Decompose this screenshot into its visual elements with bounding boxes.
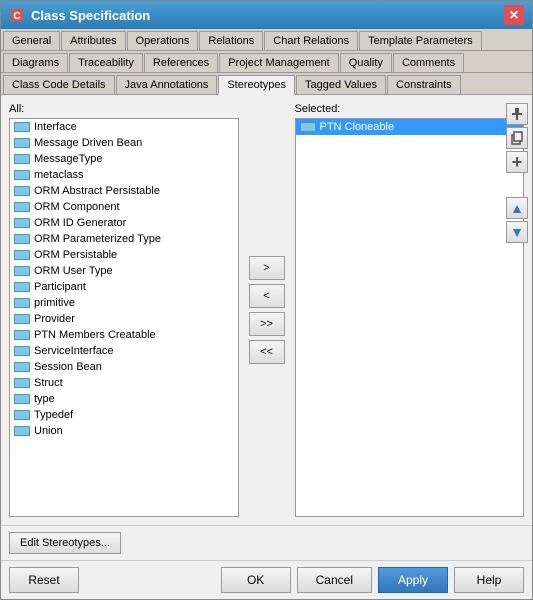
list-item[interactable]: Typedef bbox=[10, 407, 238, 423]
help-button[interactable]: Help bbox=[454, 567, 524, 593]
stereotype-icon bbox=[300, 122, 316, 132]
selected-list[interactable]: PTN Cloneable bbox=[295, 118, 525, 517]
tab-project-management[interactable]: Project Management bbox=[219, 53, 339, 72]
list-item[interactable]: Session Bean bbox=[10, 359, 238, 375]
cancel-button[interactable]: Cancel bbox=[297, 567, 372, 593]
toolbar-icon-2[interactable] bbox=[506, 127, 528, 149]
stereotype-icon bbox=[14, 394, 30, 404]
tab-chart-relations[interactable]: Chart Relations bbox=[264, 31, 358, 50]
list-item[interactable]: ORM Parameterized Type bbox=[10, 231, 238, 247]
main-window: C Class Specification ✕ General Attribut… bbox=[0, 0, 533, 600]
list-item[interactable]: primitive bbox=[10, 295, 238, 311]
stereotype-icon bbox=[14, 250, 30, 260]
list-item[interactable]: MessageType bbox=[10, 151, 238, 167]
tab-attributes[interactable]: Attributes bbox=[61, 31, 125, 50]
list-item[interactable]: PTN Members Creatable bbox=[10, 327, 238, 343]
list-item[interactable]: Provider bbox=[10, 311, 238, 327]
move-right-button[interactable]: > bbox=[249, 256, 285, 280]
stereotype-icon bbox=[14, 122, 30, 132]
list-item[interactable]: type bbox=[10, 391, 238, 407]
tab-stereotypes[interactable]: Stereotypes bbox=[218, 75, 295, 95]
ok-button[interactable]: OK bbox=[221, 567, 291, 593]
copy-icon bbox=[510, 131, 524, 145]
selected-list-wrapper: PTN Cloneable bbox=[295, 118, 525, 517]
tab-diagrams[interactable]: Diagrams bbox=[3, 53, 68, 72]
selected-panel: Selected: PTN Cloneable bbox=[295, 103, 525, 517]
tabs-row-1: General Attributes Operations Relations … bbox=[1, 29, 532, 51]
list-item[interactable]: ORM ID Generator bbox=[10, 215, 238, 231]
tab-comments[interactable]: Comments bbox=[393, 53, 464, 72]
svg-text:C: C bbox=[13, 11, 20, 22]
list-item[interactable]: ORM User Type bbox=[10, 263, 238, 279]
add-button[interactable]: + bbox=[506, 151, 528, 173]
footer: Reset OK Cancel Apply Help bbox=[1, 560, 532, 599]
list-item[interactable]: Struct bbox=[10, 375, 238, 391]
pin-icon bbox=[510, 107, 524, 121]
window-icon: C bbox=[9, 7, 25, 23]
nav-down-button[interactable]: ▼ bbox=[506, 221, 528, 243]
stereotype-icon bbox=[14, 426, 30, 436]
stereotype-icon bbox=[14, 314, 30, 324]
tab-general[interactable]: General bbox=[3, 31, 60, 50]
stereotype-icon bbox=[14, 410, 30, 420]
stereotype-icon bbox=[14, 330, 30, 340]
stereotype-icon bbox=[14, 298, 30, 308]
list-item[interactable]: Interface bbox=[10, 119, 238, 135]
move-all-left-button[interactable]: << bbox=[249, 340, 285, 364]
reset-button[interactable]: Reset bbox=[9, 567, 79, 593]
tab-java-annotations[interactable]: Java Annotations bbox=[116, 75, 218, 94]
stereotype-icon bbox=[14, 362, 30, 372]
all-label: All: bbox=[9, 103, 239, 115]
tab-relations[interactable]: Relations bbox=[199, 31, 263, 50]
list-item[interactable]: Message Driven Bean bbox=[10, 135, 238, 151]
stereotype-icon bbox=[14, 186, 30, 196]
content-area: All: Interface Message Driven Bean Messa… bbox=[1, 95, 532, 525]
stereotype-icon bbox=[14, 266, 30, 276]
tab-operations[interactable]: Operations bbox=[127, 31, 199, 50]
tab-references[interactable]: References bbox=[144, 53, 218, 72]
close-button[interactable]: ✕ bbox=[504, 5, 524, 25]
list-item[interactable]: Participant bbox=[10, 279, 238, 295]
stereotype-icon bbox=[14, 218, 30, 228]
move-all-right-button[interactable]: >> bbox=[249, 312, 285, 336]
bottom-section: Edit Stereotypes... bbox=[1, 525, 532, 560]
stereotype-icon bbox=[14, 234, 30, 244]
stereotype-icon bbox=[14, 202, 30, 212]
tab-constraints[interactable]: Constraints bbox=[387, 75, 461, 94]
nav-up-button[interactable]: ▲ bbox=[506, 197, 528, 219]
tabs-row-2: Diagrams Traceability References Project… bbox=[1, 51, 532, 73]
list-item[interactable]: metaclass bbox=[10, 167, 238, 183]
selected-label: Selected: bbox=[295, 103, 525, 115]
tab-template-parameters[interactable]: Template Parameters bbox=[359, 31, 482, 50]
transfer-buttons: > < >> << bbox=[243, 103, 291, 517]
title-bar: C Class Specification ✕ bbox=[1, 1, 532, 29]
all-list-wrapper: Interface Message Driven Bean MessageTyp… bbox=[9, 118, 239, 517]
list-item[interactable]: ServiceInterface bbox=[10, 343, 238, 359]
selected-list-item[interactable]: PTN Cloneable bbox=[296, 119, 524, 135]
tab-tagged-values[interactable]: Tagged Values bbox=[296, 75, 386, 94]
stereotype-icon bbox=[14, 138, 30, 148]
tab-traceability[interactable]: Traceability bbox=[69, 53, 143, 72]
apply-button[interactable]: Apply bbox=[378, 567, 448, 593]
stereotype-icon bbox=[14, 378, 30, 388]
tabs-row-3: Class Code Details Java Annotations Ster… bbox=[1, 73, 532, 95]
side-toolbar: + ▲ ▼ bbox=[506, 103, 528, 243]
window-title: Class Specification bbox=[31, 8, 150, 23]
stereotype-icon bbox=[14, 170, 30, 180]
title-bar-left: C Class Specification bbox=[9, 7, 150, 23]
edit-stereotypes-button[interactable]: Edit Stereotypes... bbox=[9, 532, 121, 554]
stereotype-icon bbox=[14, 346, 30, 356]
stereotype-icon bbox=[14, 282, 30, 292]
tab-class-code-details[interactable]: Class Code Details bbox=[3, 75, 115, 94]
toolbar-icon-1[interactable] bbox=[506, 103, 528, 125]
stereotype-icon bbox=[14, 154, 30, 164]
list-item[interactable]: ORM Persistable bbox=[10, 247, 238, 263]
move-left-button[interactable]: < bbox=[249, 284, 285, 308]
tab-quality[interactable]: Quality bbox=[340, 53, 392, 72]
list-item[interactable]: Union bbox=[10, 423, 238, 439]
all-list[interactable]: Interface Message Driven Bean MessageTyp… bbox=[9, 118, 239, 517]
list-item[interactable]: ORM Abstract Persistable bbox=[10, 183, 238, 199]
all-panel: All: Interface Message Driven Bean Messa… bbox=[9, 103, 239, 517]
list-item[interactable]: ORM Component bbox=[10, 199, 238, 215]
